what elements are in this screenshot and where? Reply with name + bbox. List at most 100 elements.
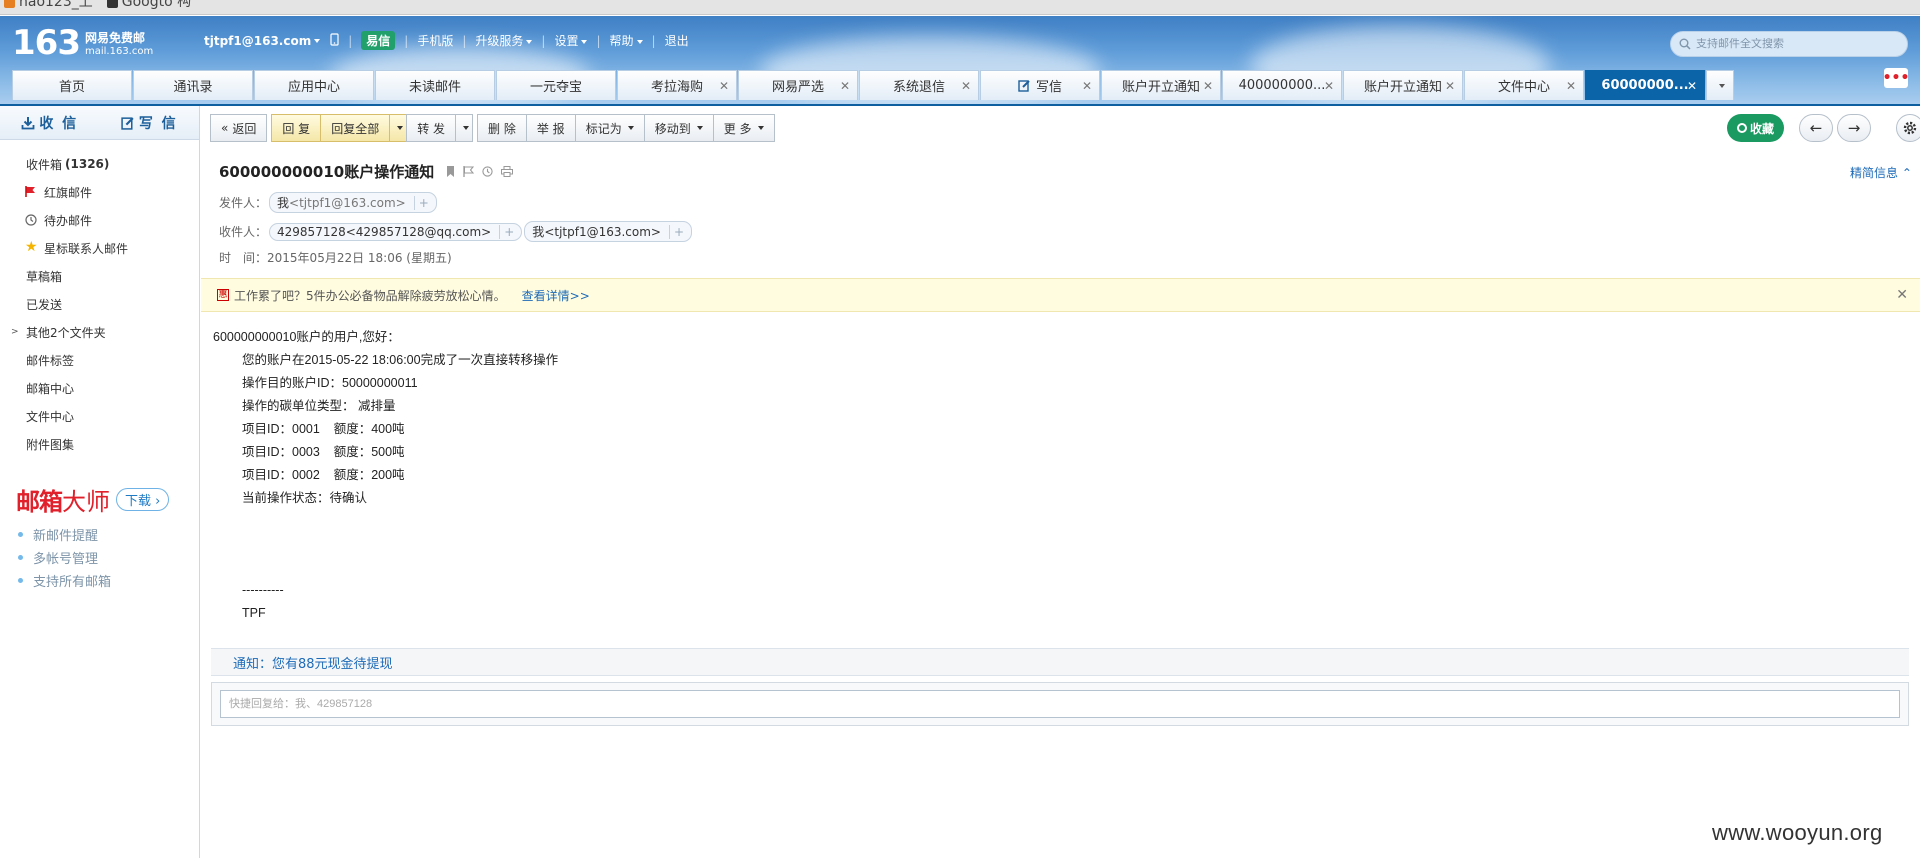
add-contact-icon[interactable]: + — [413, 195, 429, 210]
chevron-up-icon: ⌃ — [1901, 166, 1912, 180]
chevron-right-icon[interactable]: > — [11, 327, 19, 337]
receive-button[interactable]: 收 信 — [0, 106, 100, 139]
arrow-right-icon: → — [1847, 119, 1861, 137]
ad-icon: 惠 — [217, 289, 229, 301]
header: 163 网易免费邮 mail.163.com tjtpf1@163.com | 易… — [0, 16, 1920, 104]
ad-details-link[interactable]: 查看详情>> — [522, 287, 590, 304]
add-contact-icon[interactable]: + — [669, 224, 684, 239]
next-mail-button[interactable]: → — [1837, 114, 1871, 142]
settings-button[interactable] — [1896, 114, 1920, 142]
reply-button[interactable]: 回 复 — [271, 114, 322, 142]
logo[interactable]: 163 网易免费邮 mail.163.com — [12, 26, 153, 60]
help-menu[interactable]: 帮助 — [610, 32, 643, 49]
tab-file-center[interactable]: 文件中心 ✕ — [1464, 70, 1584, 100]
close-icon[interactable]: ✕ — [1687, 79, 1697, 93]
tab-account-notice-2[interactable]: 账户开立通知 ✕ — [1343, 70, 1463, 100]
top-nav: tjtpf1@163.com | 易信 | 手机版 | 升级服务 | 设置 | … — [204, 31, 689, 50]
yixin-button[interactable]: 易信 — [361, 31, 396, 50]
folder-sent[interactable]: 已发送 — [0, 290, 199, 318]
close-icon[interactable]: ✕ — [961, 79, 971, 93]
folder-todo[interactable]: 待办邮件 — [0, 206, 199, 234]
account-menu[interactable]: tjtpf1@163.com — [204, 34, 321, 48]
favorite-button[interactable]: 收藏 — [1727, 114, 1785, 142]
more-apps-icon[interactable]: ••• — [1883, 68, 1909, 88]
reply-dropdown[interactable] — [389, 114, 408, 142]
from-row: 发件人： 我 <tjtpf1@163.com> + — [219, 192, 437, 213]
folder-starred[interactable]: ★ 星标联系人邮件 — [0, 234, 199, 262]
upgrade-menu[interactable]: 升级服务 — [475, 32, 533, 49]
recipient-chip[interactable]: 我 <tjtpf1@163.com> + — [524, 221, 693, 242]
move-to-button[interactable]: 移动到 — [643, 114, 714, 142]
chevron-down-icon — [696, 126, 703, 130]
clock-icon[interactable] — [482, 163, 493, 181]
attachments-gallery[interactable]: 附件图集 — [0, 430, 199, 458]
back-button[interactable]: «返回 — [210, 114, 268, 142]
delete-button[interactable]: 删 除 — [477, 114, 527, 142]
close-icon[interactable]: ✕ — [1445, 79, 1455, 93]
folder-flagged[interactable]: 红旗邮件 — [0, 178, 199, 206]
tab-4000[interactable]: 400000000... ✕ — [1222, 70, 1342, 100]
search-box — [1670, 31, 1908, 57]
logout-link[interactable]: 退出 — [665, 32, 689, 49]
close-icon[interactable]: ✕ — [1203, 79, 1213, 93]
print-icon[interactable] — [501, 163, 514, 181]
mail-app: hao123_上 Googto 构 163 网易免费邮 mail.163.com … — [0, 0, 1920, 858]
ad-banner: 惠 工作累了吧？5件办公必备物品解除疲劳放松心情。 查看详情>> ✕ — [201, 278, 1920, 312]
add-contact-icon[interactable]: + — [499, 224, 514, 239]
tab-6000-active[interactable]: 60000000... ✕ — [1585, 70, 1705, 100]
close-icon[interactable]: ✕ — [1324, 79, 1334, 93]
bookmark-hao123[interactable]: hao123_上 — [4, 0, 93, 9]
close-icon[interactable]: ✕ — [1566, 79, 1576, 93]
search-input[interactable] — [1696, 38, 1886, 50]
mail-master-promo: 邮箱 大师 下载 › 新邮件提醒 多帐号管理 支持所有邮箱 — [0, 482, 199, 592]
tab-account-notice-1[interactable]: 账户开立通知 ✕ — [1101, 70, 1221, 100]
folder-inbox[interactable]: 收件箱 (1326) — [0, 150, 199, 178]
tab-more-button[interactable] — [1706, 70, 1734, 100]
bookmark-icon[interactable] — [446, 163, 455, 181]
mark-as-button[interactable]: 标记为 — [574, 114, 645, 142]
close-icon[interactable]: ✕ — [1896, 287, 1908, 303]
tab-kaola[interactable]: 考拉海购 ✕ — [617, 70, 737, 100]
tab-unread[interactable]: 未读邮件 — [375, 70, 495, 100]
flag-icon[interactable] — [463, 163, 475, 181]
brief-info-toggle[interactable]: 精简信息 ⌃ — [1850, 164, 1912, 181]
close-icon[interactable]: ✕ — [719, 79, 729, 93]
phone-icon[interactable] — [330, 32, 339, 49]
tab-bounce[interactable]: 系统退信 ✕ — [859, 70, 979, 100]
compose-button[interactable]: 写 信 — [100, 106, 200, 139]
prev-mail-button[interactable]: ← — [1799, 114, 1833, 142]
more-button[interactable]: 更 多 — [712, 114, 775, 142]
tab-contacts[interactable]: 通讯录 — [133, 70, 253, 100]
tab-bar: 首页 通讯录 应用中心 未读邮件 一元夺宝 考拉海购 ✕ 网易严选 ✕ 系统退信 ✕ … — [12, 70, 1734, 100]
mail-tags[interactable]: 邮件标签 — [0, 346, 199, 374]
tab-home[interactable]: 首页 — [12, 70, 132, 100]
settings-menu[interactable]: 设置 — [554, 32, 588, 49]
report-button[interactable]: 举 报 — [525, 114, 576, 142]
download-button[interactable]: 下载 › — [116, 488, 170, 511]
chevron-down-icon — [627, 126, 634, 130]
close-icon[interactable]: ✕ — [840, 79, 850, 93]
to-row: 收件人： 429857128 <429857128@qq.com> + 我 <tjtp… — [219, 221, 693, 242]
folder-other[interactable]: > 其他2个文件夹 — [0, 318, 199, 346]
close-icon[interactable]: ✕ — [1082, 79, 1092, 93]
forward-button[interactable]: 转 发 — [406, 114, 457, 142]
tab-app-center[interactable]: 应用中心 — [254, 70, 374, 100]
bookmark-googto[interactable]: Googto 构 — [106, 0, 191, 9]
chevron-down-icon — [757, 126, 764, 130]
feature-item: 支持所有邮箱 — [16, 569, 199, 592]
tab-compose[interactable]: 写信 ✕ — [980, 70, 1100, 100]
forward-dropdown[interactable] — [455, 114, 474, 142]
arrow-left-icon: ← — [1809, 119, 1823, 137]
mobile-version-link[interactable]: 手机版 — [417, 32, 453, 49]
mailbox-center[interactable]: 邮箱中心 — [0, 374, 199, 402]
file-center[interactable]: 文件中心 — [0, 402, 199, 430]
tab-yiyuan[interactable]: 一元夺宝 — [496, 70, 616, 100]
cash-notice[interactable]: 通知：您有88元现金待提现 — [211, 648, 1909, 676]
folder-drafts[interactable]: 草稿箱 — [0, 262, 199, 290]
chevron-down-icon — [526, 39, 533, 44]
tab-yanxuan[interactable]: 网易严选 ✕ — [738, 70, 858, 100]
sender-chip[interactable]: 我 <tjtpf1@163.com> + — [269, 192, 437, 213]
reply-all-button[interactable]: 回复全部 — [320, 114, 391, 142]
quick-reply-input[interactable] — [220, 690, 1900, 718]
recipient-chip[interactable]: 429857128 <429857128@qq.com> + — [269, 222, 523, 241]
